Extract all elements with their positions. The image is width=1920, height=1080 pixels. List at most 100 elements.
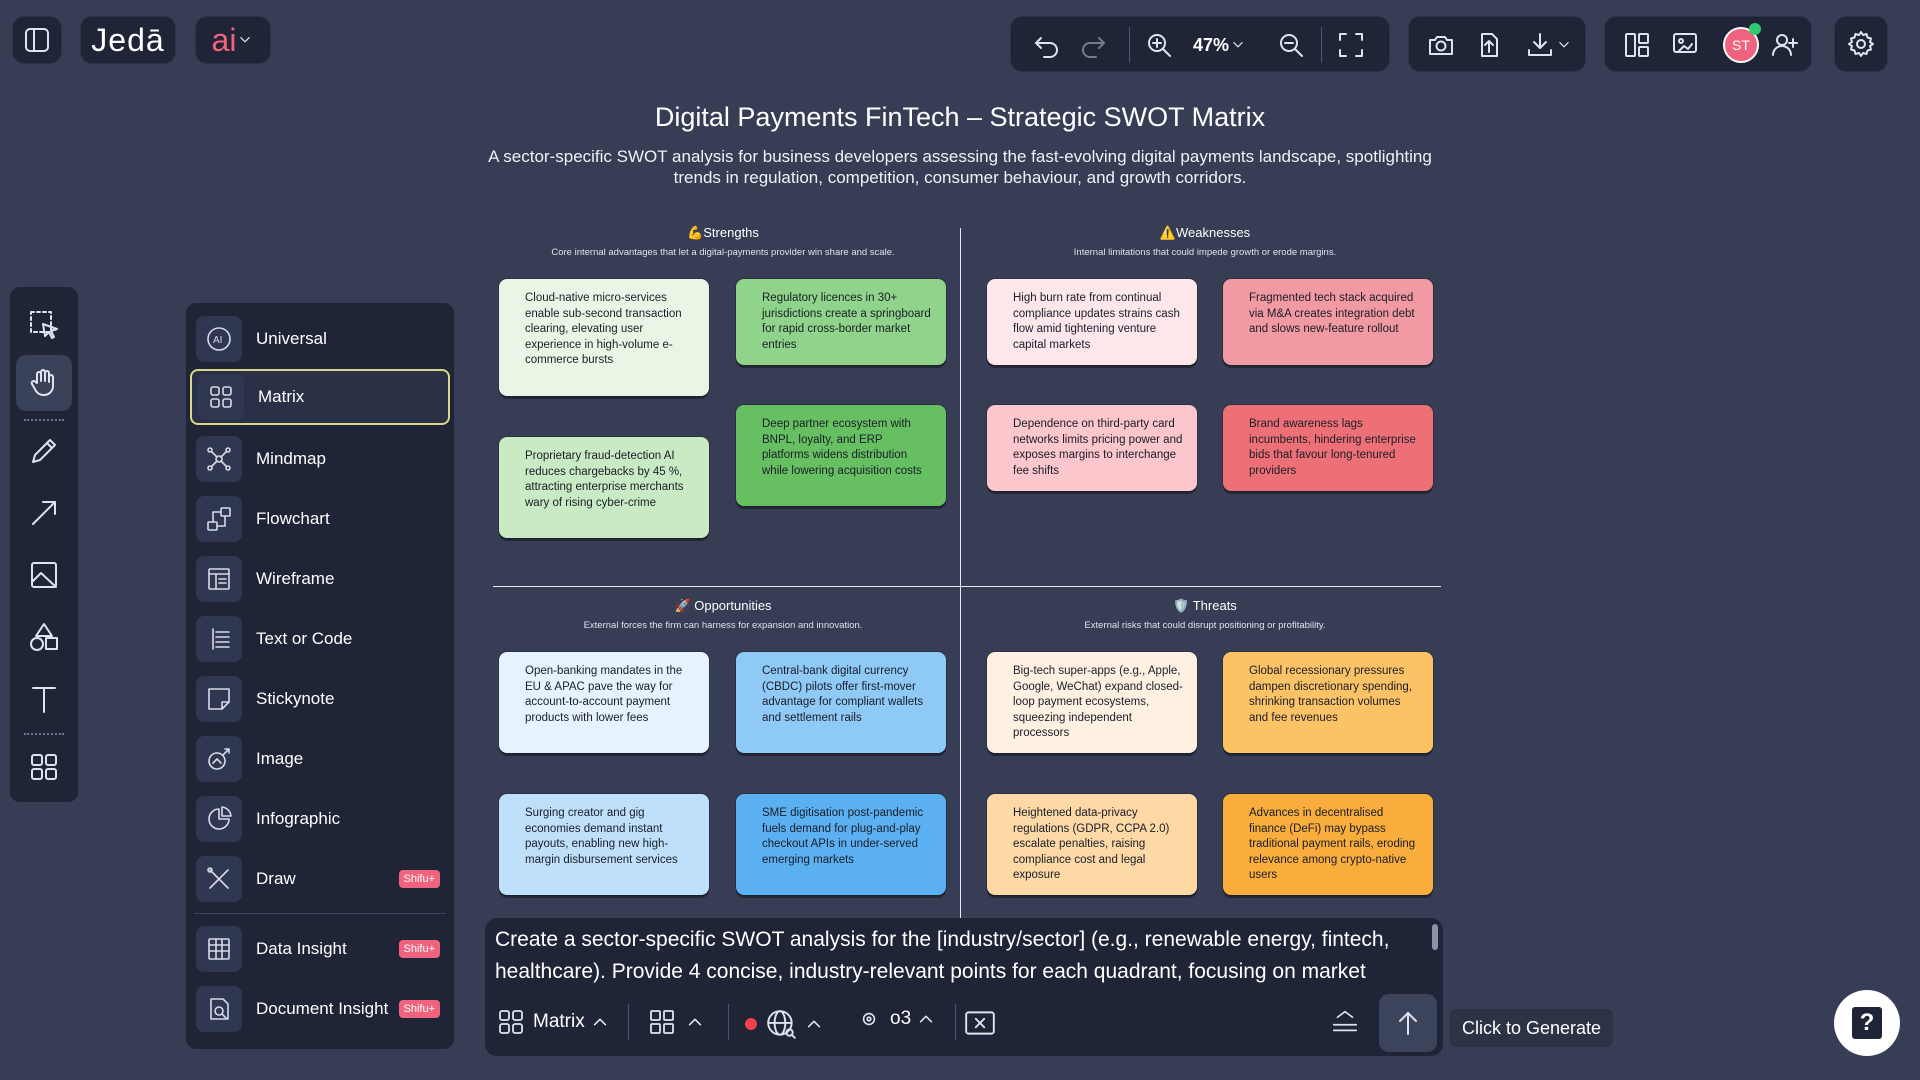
jeda-logo[interactable]: Jedā — [80, 16, 176, 64]
menu-item-draw[interactable]: Draw Shifu+ — [190, 851, 450, 907]
export-group — [1408, 16, 1586, 72]
ai-model-icon — [862, 1012, 876, 1026]
data-insight-icon — [196, 926, 242, 972]
weaknesses-title: ⚠️Weaknesses — [1159, 225, 1251, 240]
sidebar-toggle-button[interactable] — [12, 16, 62, 64]
arrow-tool-button[interactable] — [16, 485, 72, 541]
model-label: o3 — [890, 1008, 912, 1029]
collaboration-group: ST — [1604, 16, 1812, 72]
zoom-out-button[interactable] — [1273, 27, 1309, 63]
opportunities-card-3[interactable]: Surging creator and gig economies demand… — [499, 794, 709, 895]
settings-button[interactable] — [1834, 16, 1888, 72]
presentation-button[interactable] — [1667, 27, 1703, 63]
menu-item-matrix[interactable]: Matrix — [190, 369, 450, 425]
strengths-card-3[interactable]: Proprietary fraud-detection AI reduces c… — [499, 437, 709, 538]
presentation-icon — [1673, 33, 1697, 53]
threats-card-1[interactable]: Big-tech super-apps (e.g., Apple, Google… — [987, 652, 1197, 753]
web-search-toggle[interactable] — [745, 1008, 823, 1040]
prompt-input[interactable]: Create a sector-specific SWOT analysis f… — [495, 924, 1415, 988]
menu-item-image[interactable]: Image — [190, 731, 450, 787]
menu-item-label: Document Insight — [256, 999, 389, 1018]
menu-item-universal[interactable]: AI Universal — [190, 311, 450, 367]
camera-icon — [1429, 36, 1453, 55]
chevron-up-icon — [919, 1015, 933, 1023]
gear-icon — [1848, 31, 1874, 57]
menu-item-label: Stickynote — [256, 689, 335, 708]
online-status-dot — [1749, 23, 1761, 35]
opportunities-card-4[interactable]: SME digitisation post-pandemic fuels dem… — [736, 794, 946, 895]
ai-globe-icon: AI — [196, 316, 242, 362]
fit-screen-button[interactable] — [1333, 27, 1369, 63]
threats-card-4[interactable]: Advances in decentralised finance (DeFi)… — [1223, 794, 1433, 895]
shapes-tool-button[interactable] — [16, 609, 72, 665]
menu-item-label: Universal — [256, 329, 327, 348]
select-cursor-icon — [30, 311, 58, 339]
ai-menu-button[interactable]: ai — [195, 16, 271, 64]
layout-panel-button[interactable] — [1619, 27, 1655, 63]
generate-tooltip: Click to Generate — [1450, 1009, 1614, 1047]
screenshot-button[interactable] — [1423, 27, 1459, 63]
help-button[interactable]: ? — [1834, 990, 1900, 1056]
sidebar-panel-icon — [25, 28, 49, 52]
canvas-title: Digital Payments FinTech – Strategic SWO… — [654, 102, 1266, 132]
document-insight-icon — [196, 986, 242, 1032]
threats-card-3[interactable]: Heightened data-privacy regulations (GDP… — [987, 794, 1197, 895]
opportunities-card-2[interactable]: Central-bank digital currency (CBDC) pil… — [736, 652, 946, 753]
layout-selector[interactable] — [648, 1008, 704, 1036]
menu-item-mindmap[interactable]: Mindmap — [190, 431, 450, 487]
opportunities-title: 🚀 Opportunities — [674, 598, 772, 613]
redo-button[interactable] — [1075, 27, 1111, 63]
strengths-card-2[interactable]: Regulatory licences in 30+ jurisdictions… — [736, 279, 946, 365]
pencil-tool-button[interactable] — [16, 423, 72, 479]
menu-item-document-insight[interactable]: Document Insight Shifu+ — [190, 981, 450, 1037]
opportunities-subtitle: External forces the firm can harness for… — [583, 620, 863, 631]
collapse-prompt-button[interactable] — [1330, 1006, 1360, 1036]
menu-item-flowchart[interactable]: Flowchart — [190, 491, 450, 547]
threats-header: 🛡️ Threats External risks that could dis… — [970, 598, 1440, 631]
more-tools-button[interactable] — [16, 739, 72, 795]
mode-selector[interactable]: Matrix — [497, 1008, 609, 1036]
threats-card-2[interactable]: Global recessionary pressures dampen dis… — [1223, 652, 1433, 753]
menu-item-data-insight[interactable]: Data Insight Shifu+ — [190, 921, 450, 977]
shifu-plus-badge: Shifu+ — [398, 1000, 440, 1018]
download-button[interactable] — [1519, 27, 1579, 63]
menu-item-stickynote[interactable]: Stickynote — [190, 671, 450, 727]
invite-user-button[interactable] — [1767, 27, 1803, 63]
menu-item-wireframe[interactable]: Wireframe — [190, 551, 450, 607]
text-tool-button[interactable] — [16, 671, 72, 727]
upload-button[interactable] — [1471, 27, 1507, 63]
opportunities-card-1[interactable]: Open-banking mandates in the EU & APAC p… — [499, 652, 709, 753]
weaknesses-card-3[interactable]: Dependence on third-party card networks … — [987, 405, 1197, 491]
menu-item-text-or-code[interactable]: Text or Code — [190, 611, 450, 667]
strengths-card-1[interactable]: Cloud-native micro-services enable sub-s… — [499, 279, 709, 396]
select-tool-button[interactable] — [16, 297, 72, 353]
model-selector[interactable]: o3 — [860, 1008, 935, 1030]
generate-button[interactable] — [1379, 994, 1437, 1052]
strengths-title: 💪Strengths — [687, 225, 759, 240]
weaknesses-card-1[interactable]: High burn rate from continual compliance… — [987, 279, 1197, 365]
undo-icon — [1035, 37, 1058, 58]
strengths-card-4[interactable]: Deep partner ecosystem with BNPL, loyalt… — [736, 405, 946, 506]
menu-item-infographic[interactable]: Infographic — [190, 791, 450, 847]
mode-label: Matrix — [533, 1011, 585, 1032]
weaknesses-card-2[interactable]: Fragmented tech stack acquired via M&A c… — [1223, 279, 1433, 365]
zoom-level-dropdown[interactable]: 47% — [1185, 29, 1255, 61]
menu-item-label: Wireframe — [256, 569, 335, 588]
undo-button[interactable] — [1029, 27, 1065, 63]
image-tool-button[interactable] — [16, 547, 72, 603]
flowchart-icon — [196, 496, 242, 542]
redo-icon — [1082, 37, 1105, 58]
clear-canvas-button[interactable] — [963, 1006, 997, 1040]
prompt-scrollbar[interactable] — [1432, 924, 1438, 950]
menu-item-label: Data Insight — [256, 939, 347, 958]
zoom-in-button[interactable] — [1141, 27, 1177, 63]
hand-tool-button[interactable] — [16, 355, 72, 411]
chevron-up-icon — [807, 1020, 821, 1028]
menu-item-label: Matrix — [258, 387, 305, 406]
weaknesses-card-4[interactable]: Brand awareness lags incumbents, hinderi… — [1223, 405, 1433, 491]
image-icon — [196, 736, 242, 782]
chevron-up-icon — [593, 1018, 606, 1026]
menu-item-label: Mindmap — [256, 449, 326, 468]
strengths-subtitle: Core internal advantages that let a digi… — [551, 247, 895, 258]
infographic-icon — [196, 796, 242, 842]
